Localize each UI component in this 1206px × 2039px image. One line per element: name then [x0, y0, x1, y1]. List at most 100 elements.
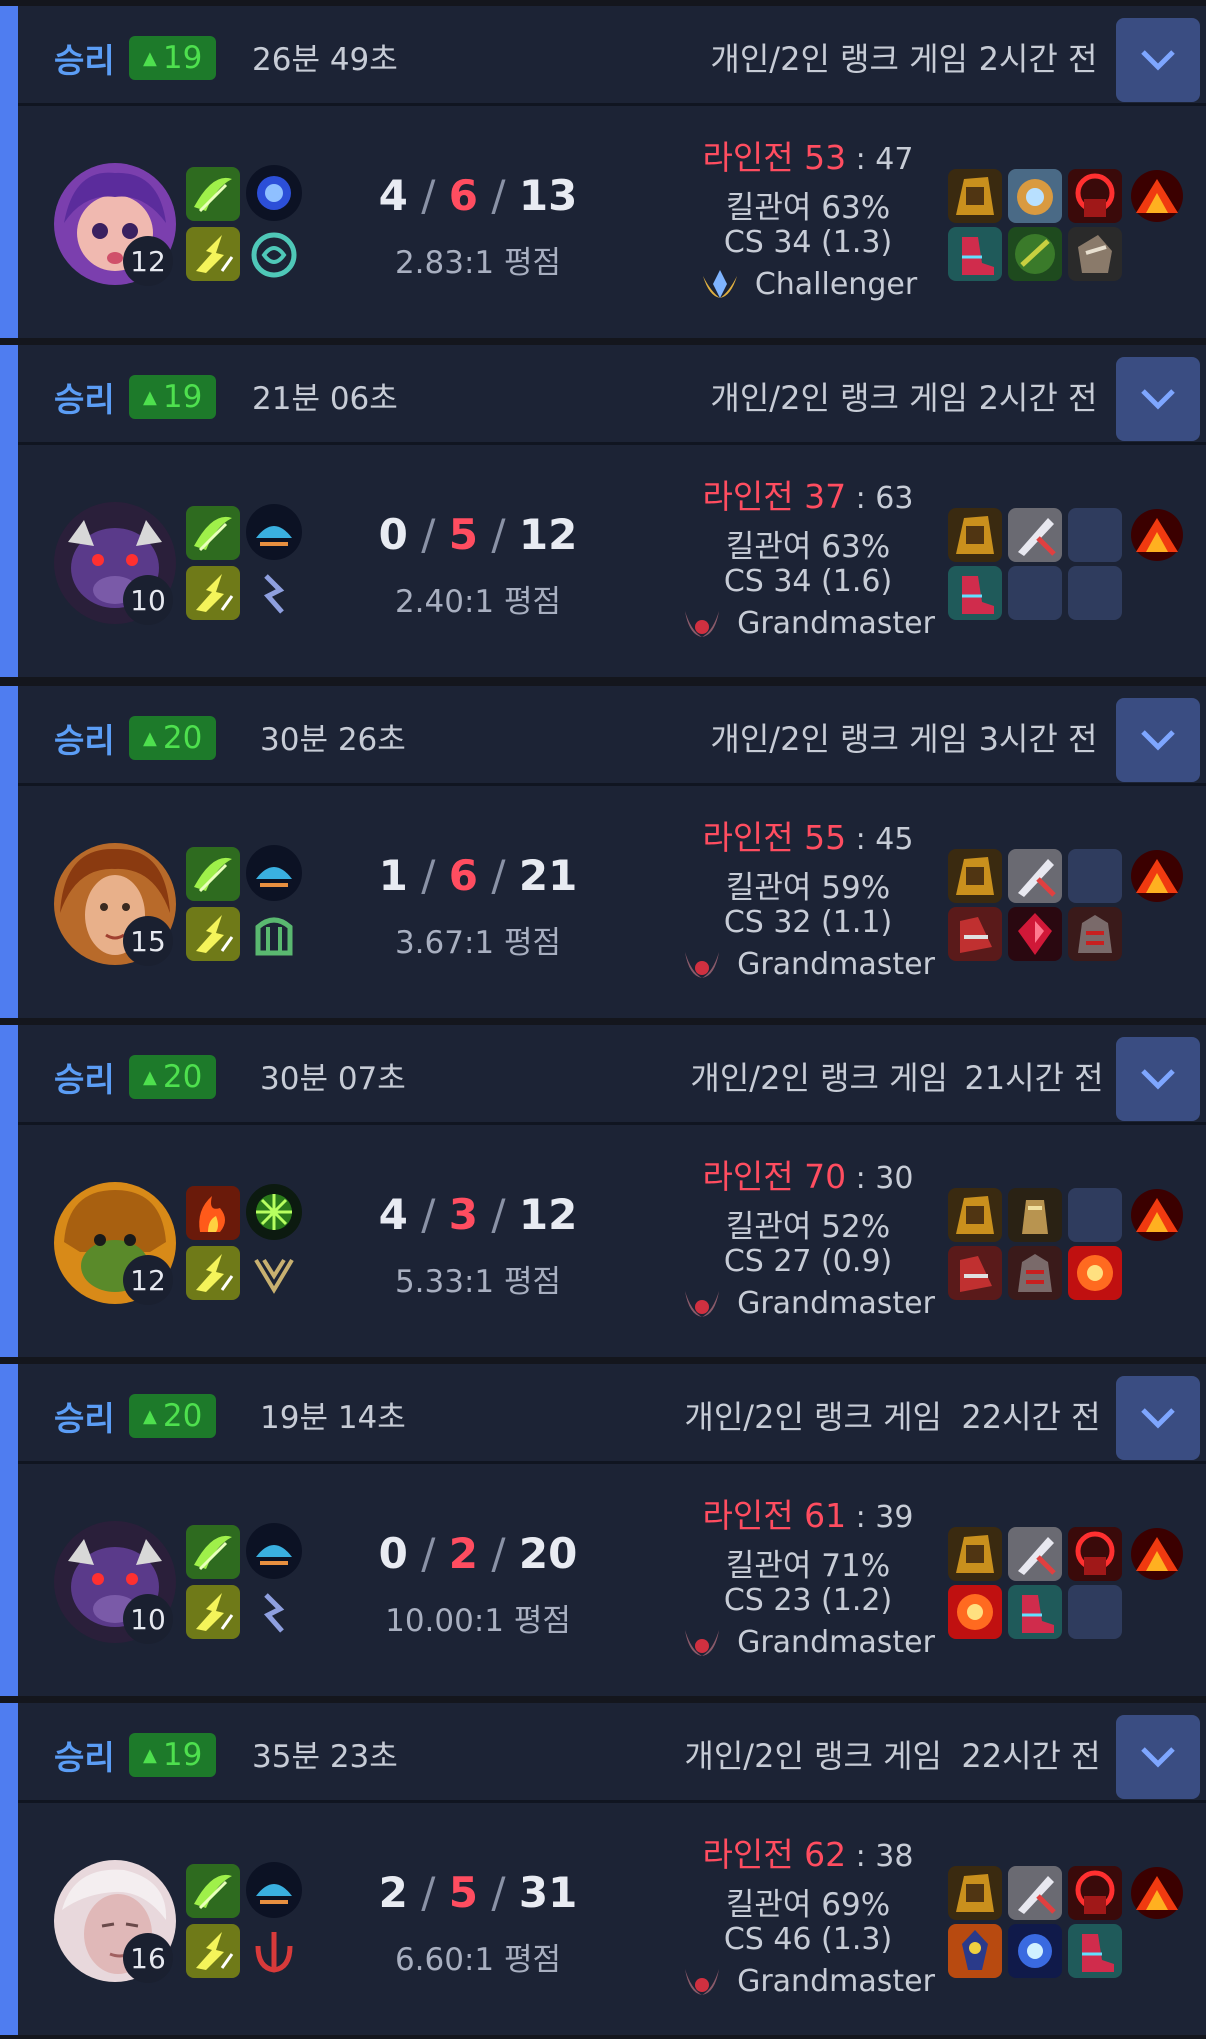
match-body: 16 2 / 5 / 31 6.60:1 평점 라인전 62 : 38 킬관여 … — [18, 1806, 1206, 2035]
flash-spell-icon[interactable] — [186, 1924, 240, 1978]
item-icon[interactable] — [948, 508, 1002, 562]
empty-item-slot — [1068, 1585, 1122, 1639]
kill-participation: 킬관여 63% — [725, 529, 891, 565]
expand-button[interactable] — [1116, 1037, 1200, 1121]
item-icon[interactable] — [1008, 1866, 1062, 1920]
kda-score: 4 / 3 / 12 — [378, 1190, 578, 1239]
item-icon[interactable] — [948, 1585, 1002, 1639]
match-card[interactable]: 승리 ▲ 19 26분 49초 개인/2인 랭크 게임 2시간 전 12 4 / … — [0, 6, 1206, 338]
item-icon[interactable] — [1008, 1924, 1062, 1978]
lp-badge: ▲ 19 — [129, 375, 217, 419]
average-tier: Challenger — [628, 266, 988, 302]
match-card[interactable]: 승리 ▲ 19 21분 06초 개인/2인 랭크 게임 2시간 전 10 0 / … — [0, 345, 1206, 677]
match-card[interactable]: 승리 ▲ 20 19분 14초 개인/2인 랭크 게임 22시간 전 10 0 /… — [0, 1364, 1206, 1696]
item-icon[interactable] — [1008, 1188, 1062, 1242]
match-body: 10 0 / 2 / 20 10.00:1 평점 라인전 61 : 39 킬관여… — [18, 1467, 1206, 1696]
flash-spell-icon[interactable] — [186, 227, 240, 281]
kda-score: 0 / 5 / 12 — [378, 510, 578, 559]
creep-score: CS 27 (0.9) — [723, 1244, 893, 1279]
match-card[interactable]: 승리 ▲ 20 30분 26초 개인/2인 랭크 게임 3시간 전 15 1 / … — [0, 686, 1206, 1018]
match-result: 승리 — [54, 1738, 115, 1777]
match-header: 승리 ▲ 19 26분 49초 개인/2인 랭크 게임 2시간 전 — [18, 6, 1206, 106]
item-icon[interactable] — [1008, 508, 1062, 562]
time-ago: 22시간 전 — [961, 1398, 1101, 1436]
item-icon[interactable] — [1008, 169, 1062, 223]
item-icon[interactable] — [1130, 1866, 1184, 1920]
item-icon[interactable] — [1130, 508, 1184, 562]
kda-score: 2 / 5 / 31 — [378, 1868, 578, 1917]
rank-emblem-icon — [685, 611, 720, 637]
item-icon[interactable] — [948, 1246, 1002, 1300]
triangle-up-icon: ▲ — [143, 1405, 157, 1427]
spell-icon[interactable] — [186, 847, 240, 901]
item-icon[interactable] — [1068, 1866, 1122, 1920]
item-icon[interactable] — [948, 907, 1002, 961]
expand-button[interactable] — [1116, 357, 1200, 441]
match-body: 10 0 / 5 / 12 2.40:1 평점 라인전 37 : 63 킬관여 … — [18, 448, 1206, 677]
match-result: 승리 — [54, 380, 115, 419]
match-header: 승리 ▲ 19 21분 06초 개인/2인 랭크 게임 2시간 전 — [18, 345, 1206, 445]
expand-button[interactable] — [1116, 1715, 1200, 1799]
chevron-down-icon — [1141, 389, 1175, 410]
spell-icon[interactable] — [186, 1864, 240, 1918]
item-icon[interactable] — [1008, 849, 1062, 903]
queue-type: 개인/2인 랭크 게임 — [710, 40, 968, 78]
item-icon[interactable] — [1008, 907, 1062, 961]
spell-icon[interactable] — [186, 506, 240, 560]
item-icon[interactable] — [948, 1188, 1002, 1242]
item-icon[interactable] — [948, 227, 1002, 281]
flash-spell-icon[interactable] — [186, 907, 240, 961]
queue-type: 개인/2인 랭크 게임 — [690, 1059, 948, 1097]
expand-button[interactable] — [1116, 698, 1200, 782]
flash-spell-icon[interactable] — [186, 1246, 240, 1300]
champion-level: 10 — [123, 575, 173, 625]
item-icon[interactable] — [1008, 227, 1062, 281]
item-icon[interactable] — [1008, 1585, 1062, 1639]
triangle-up-icon: ▲ — [143, 386, 157, 408]
item-icon[interactable] — [948, 1924, 1002, 1978]
item-icon[interactable] — [948, 169, 1002, 223]
flash-spell-icon[interactable] — [186, 566, 240, 620]
item-icon[interactable] — [1008, 1527, 1062, 1581]
item-icon[interactable] — [1130, 849, 1184, 903]
item-icon[interactable] — [1130, 169, 1184, 223]
expand-button[interactable] — [1116, 1376, 1200, 1460]
item-icon[interactable] — [1068, 1924, 1122, 1978]
chevron-down-icon — [1141, 50, 1175, 71]
queue-type: 개인/2인 랭크 게임 — [684, 1737, 942, 1775]
item-icon[interactable] — [948, 1527, 1002, 1581]
item-icon[interactable] — [1130, 1527, 1184, 1581]
spell-icon[interactable] — [186, 1525, 240, 1579]
queue-type: 개인/2인 랭크 게임 — [684, 1398, 942, 1436]
kda-ratio: 5.33:1 평점 — [394, 1264, 562, 1300]
match-result: 승리 — [54, 41, 115, 80]
item-icon[interactable] — [1068, 1527, 1122, 1581]
flash-spell-icon[interactable] — [186, 1585, 240, 1639]
spell-icon[interactable] — [186, 167, 240, 221]
average-tier: Grandmaster — [628, 946, 988, 982]
match-card[interactable]: 승리 ▲ 19 35분 23초 개인/2인 랭크 게임 22시간 전 16 2 /… — [0, 1703, 1206, 2035]
item-icon[interactable] — [1008, 1246, 1062, 1300]
time-ago: 22시간 전 — [961, 1737, 1101, 1775]
item-icon[interactable] — [1130, 1188, 1184, 1242]
item-icon[interactable] — [1068, 1246, 1122, 1300]
kda-ratio: 2.40:1 평점 — [394, 584, 562, 620]
item-icon[interactable] — [1068, 907, 1122, 961]
chevron-down-icon — [1141, 1069, 1175, 1090]
lane-score: 라인전 53 : 47 — [702, 138, 914, 177]
item-icon[interactable] — [1068, 169, 1122, 223]
item-icon[interactable] — [948, 1866, 1002, 1920]
kda-score: 0 / 2 / 20 — [378, 1529, 578, 1578]
item-icon[interactable] — [948, 849, 1002, 903]
match-card[interactable]: 승리 ▲ 20 30분 07초 개인/2인 랭크 게임 21시간 전 12 4 /… — [0, 1025, 1206, 1357]
lp-badge: ▲ 20 — [129, 1394, 217, 1438]
champion-level: 10 — [123, 1594, 173, 1644]
expand-button[interactable] — [1116, 18, 1200, 102]
creep-score: CS 34 (1.3) — [723, 225, 893, 260]
kda-ratio: 2.83:1 평점 — [394, 245, 562, 281]
item-icon[interactable] — [948, 566, 1002, 620]
match-body: 12 4 / 3 / 12 5.33:1 평점 라인전 70 : 30 킬관여 … — [18, 1128, 1206, 1357]
spell-icon[interactable] — [186, 1186, 240, 1240]
triangle-up-icon: ▲ — [143, 47, 157, 69]
item-icon[interactable] — [1068, 227, 1122, 281]
